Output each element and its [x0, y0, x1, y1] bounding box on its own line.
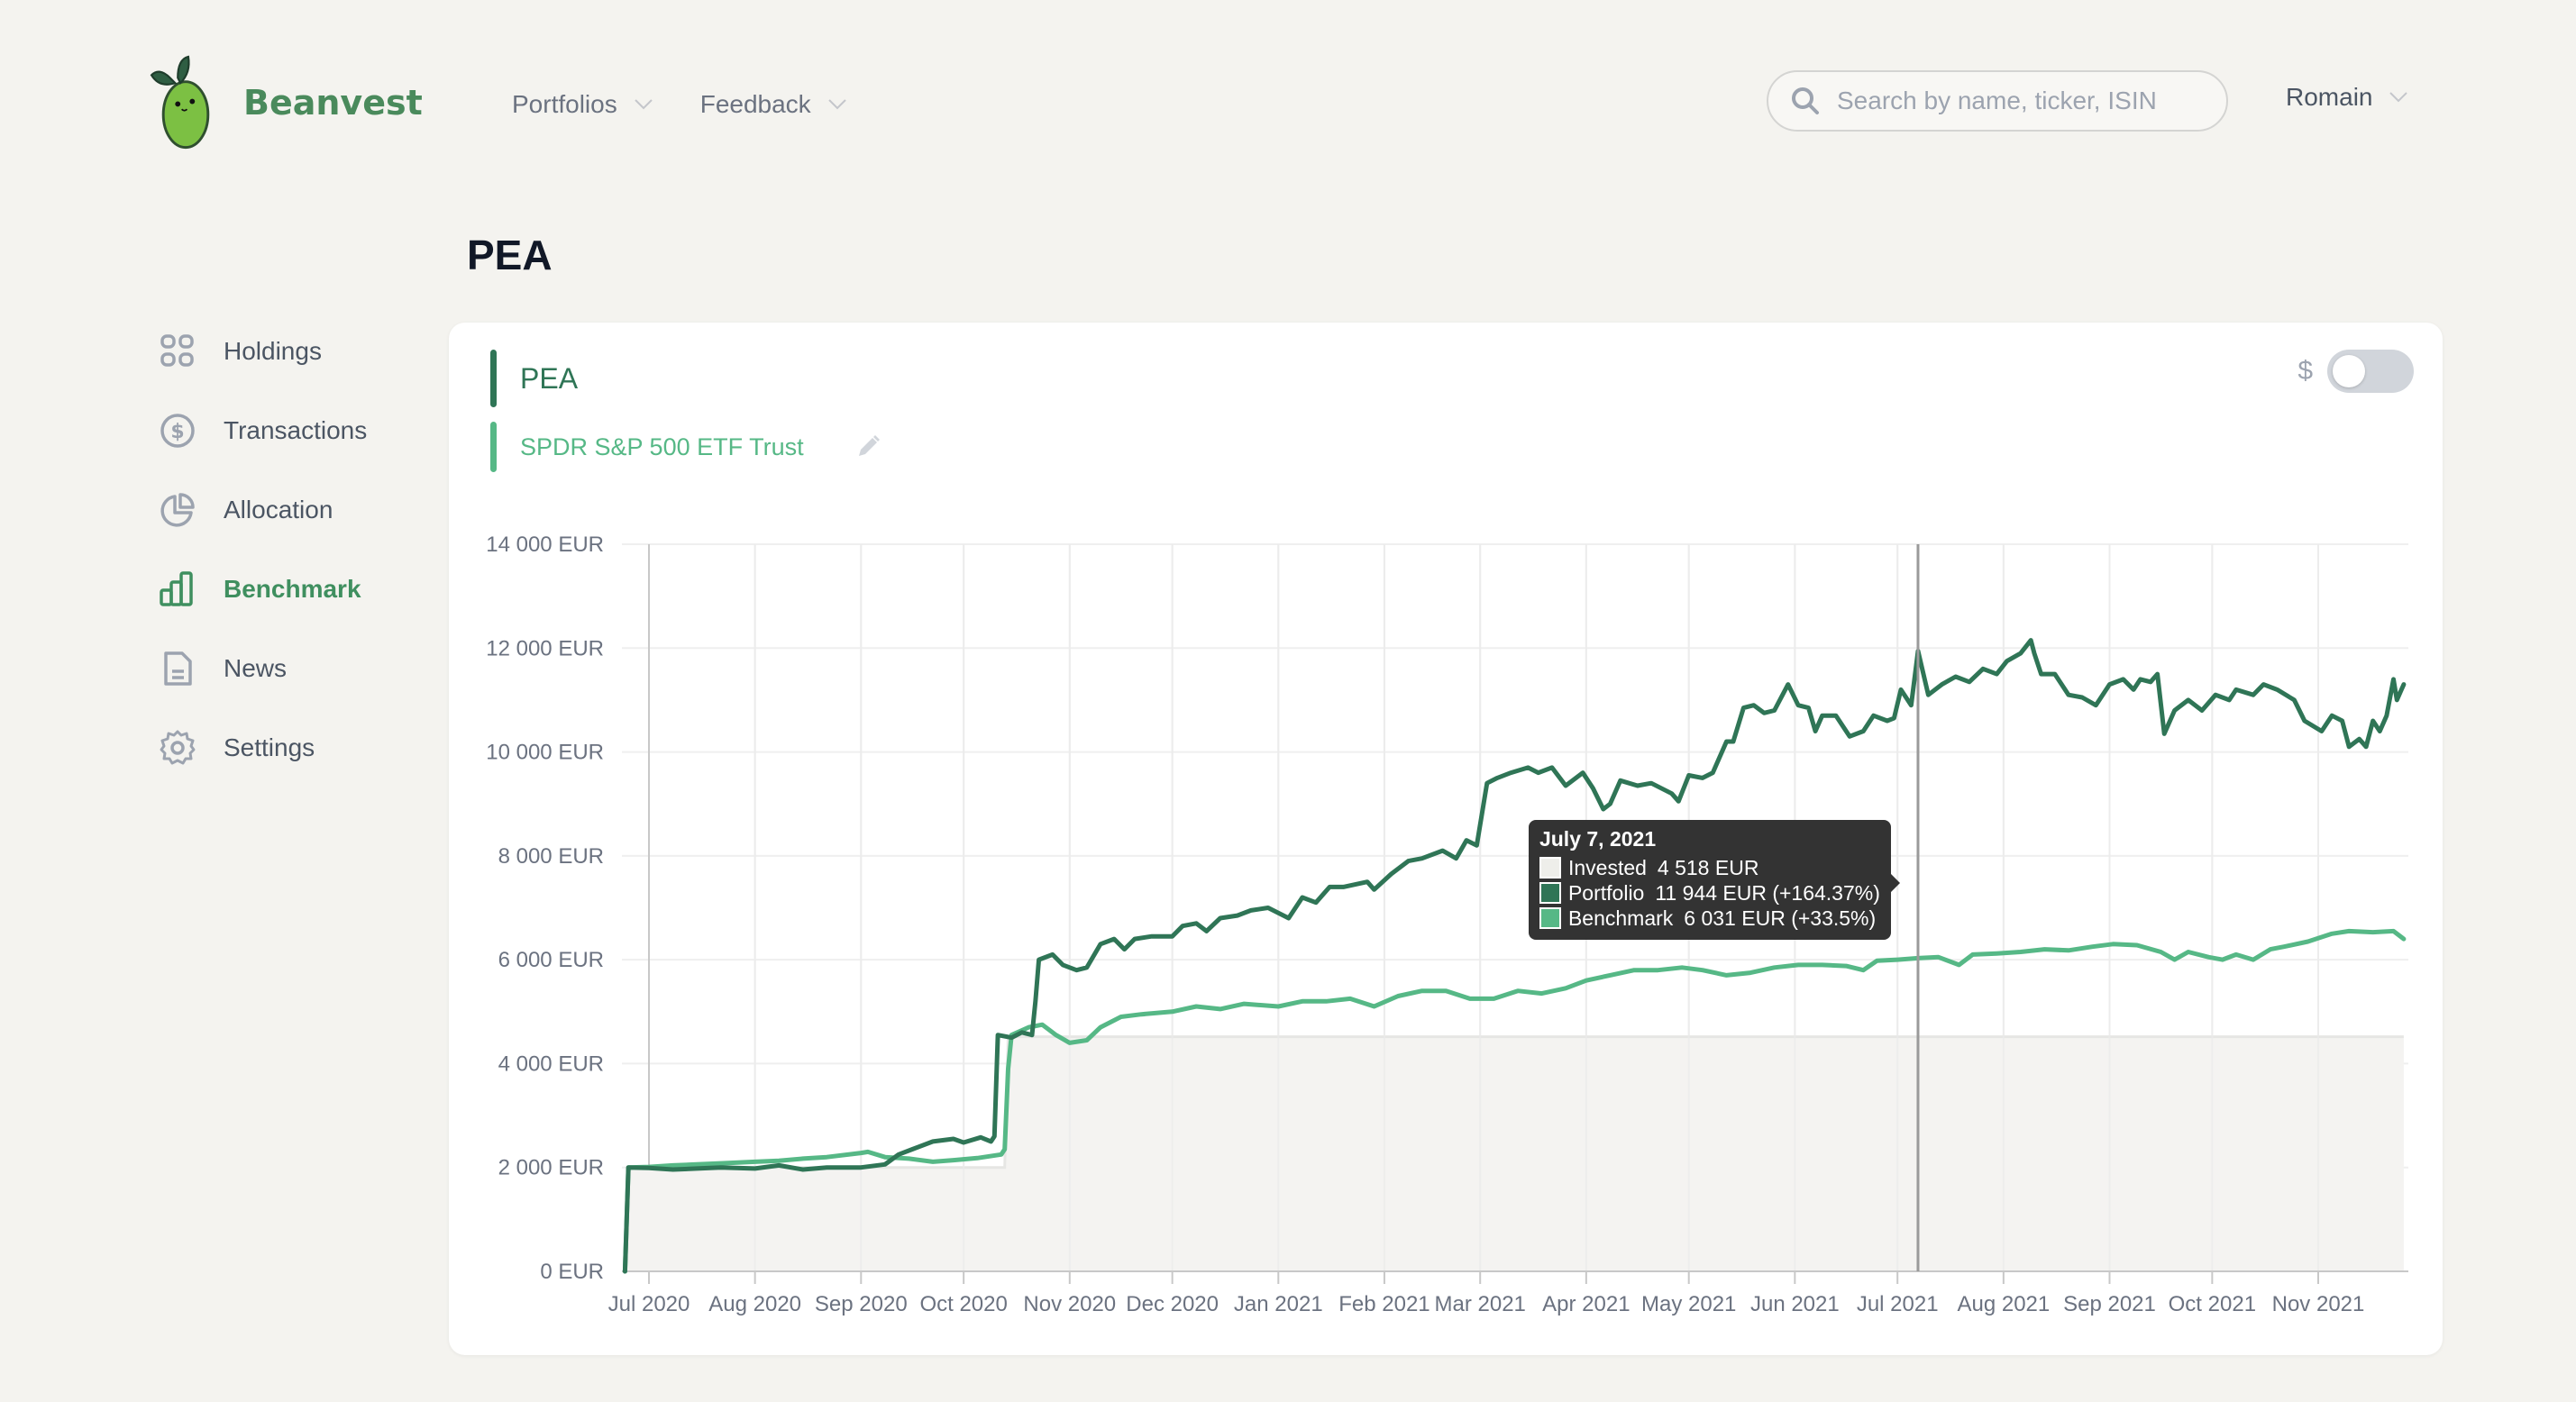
document-icon	[164, 651, 192, 686]
x-tick-label: Sep 2020	[815, 1292, 908, 1316]
user-menu[interactable]: Romain	[2286, 83, 2408, 112]
page-title: PEA	[467, 232, 553, 278]
tooltip-value: 6 031 EUR (+33.5%)	[1684, 906, 1877, 930]
sidebar-item-label: News	[224, 654, 288, 682]
sidebar-item-label: Holdings	[224, 337, 322, 365]
sidebar-item-transactions[interactable]: $ Transactions	[159, 413, 367, 449]
brand-name: Beanvest	[243, 83, 423, 123]
svg-text:$: $	[170, 421, 184, 443]
sidebar-item-benchmark[interactable]: Benchmark	[159, 571, 367, 607]
sidebar-item-allocation[interactable]: Allocation	[159, 492, 367, 528]
search-input[interactable]	[1837, 86, 2197, 115]
tooltip-row-portfolio: Portfolio 11 944 EUR (+164.37%)	[1539, 880, 1880, 906]
x-tick-label: Sep 2021	[2063, 1292, 2156, 1316]
legend-benchmark-label: SPDR S&P 500 ETF Trust	[520, 432, 804, 460]
tooltip-row-benchmark: Benchmark 6 031 EUR (+33.5%)	[1539, 906, 1880, 931]
y-tick-label: 12 000 EUR	[486, 636, 604, 660]
dollar-symbol: $	[2297, 356, 2313, 386]
search-box[interactable]	[1767, 70, 2228, 132]
y-tick-label: 4 000 EUR	[498, 1052, 604, 1076]
x-tick-label: Feb 2021	[1338, 1292, 1430, 1316]
x-tick-label: Mar 2021	[1435, 1292, 1526, 1316]
pie-chart-icon	[160, 493, 195, 527]
nav-portfolios-label: Portfolios	[512, 90, 617, 118]
tooltip-value: 11 944 EUR (+164.37%)	[1655, 881, 1880, 905]
x-tick-label: Apr 2021	[1542, 1292, 1630, 1316]
sidebar-item-label: Settings	[224, 733, 315, 761]
benchmark-color-bar	[490, 422, 497, 472]
tooltip-arrow	[1890, 874, 1900, 892]
currency-toggle-group: $	[2297, 350, 2414, 393]
invested-swatch	[1539, 857, 1561, 879]
x-tick-label: Oct 2020	[919, 1292, 1007, 1316]
x-tick-label: Nov 2020	[1023, 1292, 1116, 1316]
y-tick-label: 14 000 EUR	[486, 533, 604, 557]
legend-portfolio-label: PEA	[520, 361, 579, 395]
portfolio-color-bar	[490, 350, 497, 407]
sidebar: Holdings $ Transactions Allocation Bench…	[159, 333, 367, 766]
bean-mascot-icon	[150, 55, 210, 150]
search-icon	[1792, 87, 1819, 114]
invested-area-layer	[623, 544, 2404, 1272]
toggle-knob	[2333, 355, 2365, 387]
x-tick-label: Dec 2020	[1126, 1292, 1219, 1316]
benchmark-card: 0 EUR 2 000 EUR 4 000 EUR 6 000 EUR 8 000 EU…	[449, 323, 2443, 1355]
tooltip-date: July 7, 2021	[1539, 827, 1657, 851]
sidebar-item-label: Benchmark	[224, 575, 361, 603]
chevron-down-icon	[635, 99, 653, 110]
tooltip-label: Invested	[1567, 856, 1647, 879]
benchmark-chart[interactable]: 0 EUR 2 000 EUR 4 000 EUR 6 000 EUR 8 000 EU…	[449, 323, 2443, 1355]
tooltip-value: 4 518 EUR	[1657, 856, 1759, 879]
x-tick-label: Jul 2021	[1857, 1292, 1939, 1316]
sidebar-item-label: Transactions	[224, 416, 368, 444]
x-tick-label: Aug 2021	[1957, 1292, 2050, 1316]
sidebar-item-holdings[interactable]: Holdings	[159, 333, 367, 369]
x-tick-label: Jul 2020	[608, 1292, 690, 1316]
x-tick-label: Aug 2020	[708, 1292, 801, 1316]
chart-tooltip: July 7, 2021 Invested 4 518 EUR Portfoli…	[1528, 820, 1900, 940]
sidebar-item-news[interactable]: News	[159, 651, 367, 687]
nav-portfolios[interactable]: Portfolios	[512, 90, 653, 119]
benchmark-swatch	[1539, 907, 1561, 929]
invested-area	[625, 1036, 2404, 1271]
chevron-down-icon	[2389, 92, 2408, 103]
tooltip-label: Portfolio	[1567, 881, 1645, 905]
x-tick-label: Nov 2021	[2272, 1292, 2365, 1316]
top-nav: Portfolios Feedback	[512, 90, 847, 119]
bar-chart-icon	[160, 571, 193, 606]
chevron-down-icon	[827, 99, 846, 110]
legend-portfolio[interactable]: PEA	[490, 350, 882, 407]
x-tick-label: Oct 2021	[2169, 1292, 2256, 1316]
y-tick-label: 8 000 EUR	[498, 844, 604, 869]
chart-legend: PEA SPDR S&P 500 ETF Trust	[490, 350, 882, 472]
dollar-circle-icon: $	[160, 414, 195, 448]
gear-icon	[160, 730, 196, 765]
x-tick-label: May 2021	[1641, 1292, 1736, 1316]
tooltip-row-invested: Invested 4 518 EUR	[1539, 855, 1880, 880]
x-tick-label: Jan 2021	[1234, 1292, 1323, 1316]
y-tick-label: 0 EUR	[540, 1260, 604, 1284]
grid-icon	[160, 334, 194, 367]
currency-toggle[interactable]	[2327, 350, 2414, 393]
portfolio-swatch	[1539, 882, 1561, 904]
legend-benchmark[interactable]: SPDR S&P 500 ETF Trust	[490, 422, 882, 472]
sidebar-item-settings[interactable]: Settings	[159, 730, 367, 766]
brand-logo[interactable]: Beanvest	[146, 54, 423, 151]
user-name: Romain	[2286, 83, 2373, 111]
edit-pencil-icon[interactable]	[854, 433, 882, 460]
x-tick-label: Jun 2021	[1750, 1292, 1840, 1316]
y-tick-label: 2 000 EUR	[498, 1156, 604, 1180]
tooltip-label: Benchmark	[1567, 906, 1674, 930]
nav-feedback[interactable]: Feedback	[700, 90, 847, 119]
y-tick-label: 10 000 EUR	[486, 741, 604, 765]
nav-feedback-label: Feedback	[699, 90, 811, 118]
sidebar-item-label: Allocation	[224, 496, 333, 523]
y-tick-label: 6 000 EUR	[498, 948, 604, 972]
